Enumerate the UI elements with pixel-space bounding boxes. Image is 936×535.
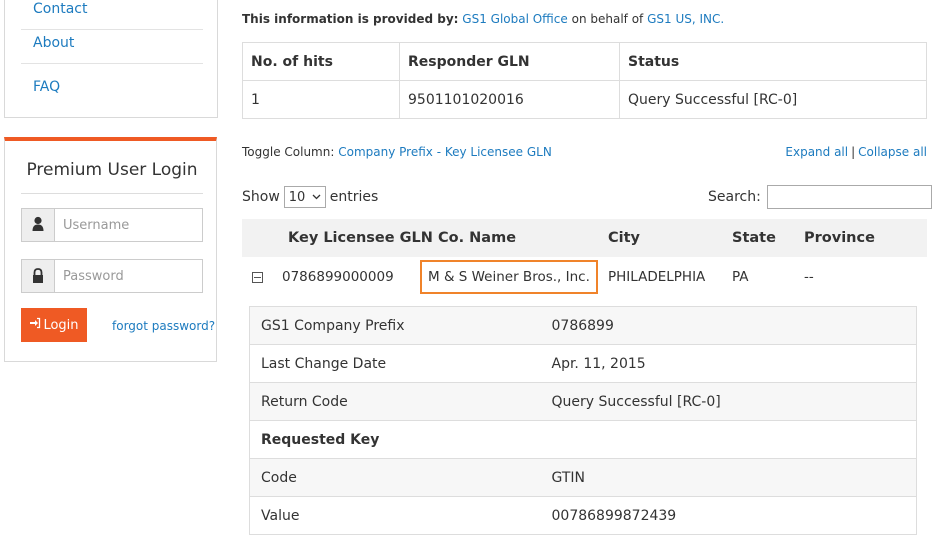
provider-info: This information is provided by: GS1 Glo…	[242, 12, 724, 26]
detail-value: GTIN	[551, 458, 917, 497]
detail-key: Last Change Date	[249, 344, 552, 383]
login-title: Premium User Login	[21, 155, 203, 194]
detail-key: Code	[249, 458, 552, 497]
toggle-company-prefix-link[interactable]: Company Prefix - Key Licensee GLN	[338, 145, 552, 159]
sign-in-icon	[29, 317, 41, 333]
collapse-icon[interactable]	[252, 271, 263, 283]
login-panel: Premium User Login Login forgot passw	[4, 137, 217, 362]
separator: |	[851, 145, 856, 159]
detail-row: Requested Key	[249, 420, 917, 459]
province: --	[804, 269, 814, 285]
hits-count: 1	[242, 80, 400, 119]
provider-link[interactable]: GS1 Global Office	[462, 12, 568, 26]
sidebar-item-label[interactable]: About	[33, 35, 74, 51]
detail-value: 0786899	[551, 306, 917, 345]
sidebar-item-about[interactable]: About	[21, 22, 203, 64]
detail-value: Apr. 11, 2015	[551, 344, 917, 383]
detail-row: GS1 Company Prefix 0786899	[249, 306, 917, 345]
results-table: Key Licensee GLN Co. Name City State Pro…	[242, 219, 927, 297]
show-label: Show	[242, 189, 280, 205]
entries-label: entries	[329, 189, 379, 205]
company-name-highlight: M & S Weiner Bros., Inc.	[420, 260, 598, 294]
detail-row: Code GTIN	[249, 458, 917, 497]
toggle-column-row: Toggle Column: Company Prefix - Key Lice…	[242, 145, 552, 159]
column-header[interactable]: Key Licensee GLN	[288, 219, 438, 257]
detail-key: GS1 Company Prefix	[249, 306, 552, 345]
password-input[interactable]	[55, 260, 208, 292]
password-field[interactable]	[21, 259, 208, 293]
username-field[interactable]	[21, 208, 208, 242]
detail-row: Last Change Date Apr. 11, 2015	[249, 344, 917, 383]
entries-length-control: Show 10 entries	[242, 186, 378, 208]
detail-table: GS1 Company Prefix 0786899 Last Change D…	[249, 306, 917, 535]
entries-select[interactable]: 10	[283, 186, 326, 208]
collapse-all-link[interactable]: Collapse all	[858, 145, 927, 159]
responder-gln: 9501101020016	[399, 80, 620, 119]
sidebar-item-label[interactable]: FAQ	[33, 79, 60, 95]
expand-collapse-controls: Expand all | Collapse all	[785, 145, 927, 159]
search-input[interactable]	[766, 185, 932, 209]
column-header[interactable]: Province	[804, 219, 927, 257]
user-icon	[22, 209, 55, 241]
table-header-row: No. of hits Responder GLN Status	[242, 42, 927, 81]
column-header: Responder GLN	[399, 42, 620, 81]
provider-middle: on behalf of	[571, 12, 644, 26]
toggle-column-label: Toggle Column:	[242, 145, 335, 159]
chevron-down-icon	[312, 192, 321, 203]
detail-value: Query Successful [RC-0]	[551, 382, 917, 421]
detail-value	[551, 420, 917, 459]
column-header[interactable]: City	[608, 219, 732, 257]
entries-select-value: 10	[288, 189, 306, 205]
column-header[interactable]: State	[732, 219, 804, 257]
city: PHILADELPHIA	[608, 269, 706, 285]
detail-section-heading: Requested Key	[249, 420, 552, 459]
column-header: Status	[619, 42, 927, 81]
member-org-link[interactable]: GS1 US, INC.	[647, 12, 724, 26]
key-licensee-gln: 0786899000009	[282, 269, 394, 285]
query-status: Query Successful [RC-0]	[619, 80, 927, 119]
column-header: No. of hits	[242, 42, 400, 81]
column-header-expander	[242, 219, 288, 257]
detail-row: Return Code Query Successful [RC-0]	[249, 382, 917, 421]
table-header-row: Key Licensee GLN Co. Name City State Pro…	[242, 219, 927, 257]
state: PA	[732, 269, 749, 285]
detail-value: 00786899872439	[551, 496, 917, 535]
detail-key: Return Code	[249, 382, 552, 421]
table-search: Search:	[708, 185, 932, 209]
column-header[interactable]: Co. Name	[438, 219, 608, 257]
sidebar-item-faq[interactable]: FAQ	[21, 65, 203, 107]
provider-prefix: This information is provided by:	[242, 12, 459, 26]
forgot-password-link[interactable]: forgot password?	[112, 319, 215, 333]
username-input[interactable]	[55, 209, 208, 241]
search-label: Search:	[708, 189, 761, 205]
lock-icon	[22, 260, 55, 292]
sidebar-nav: Contact About FAQ	[4, 0, 218, 118]
hits-table: No. of hits Responder GLN Status 1 95011…	[242, 42, 927, 119]
detail-row: Value 00786899872439	[249, 496, 917, 535]
detail-key: Value	[249, 496, 552, 535]
table-row: 1 9501101020016 Query Successful [RC-0]	[242, 80, 927, 119]
login-button[interactable]: Login	[21, 308, 87, 342]
company-name-cell: M & S Weiner Bros., Inc.	[420, 257, 608, 297]
table-row[interactable]: 0786899000009 M & S Weiner Bros., Inc. P…	[242, 257, 927, 297]
sidebar-item-label[interactable]: Contact	[33, 1, 87, 17]
expand-all-link[interactable]: Expand all	[785, 145, 848, 159]
login-button-label: Login	[43, 317, 79, 333]
